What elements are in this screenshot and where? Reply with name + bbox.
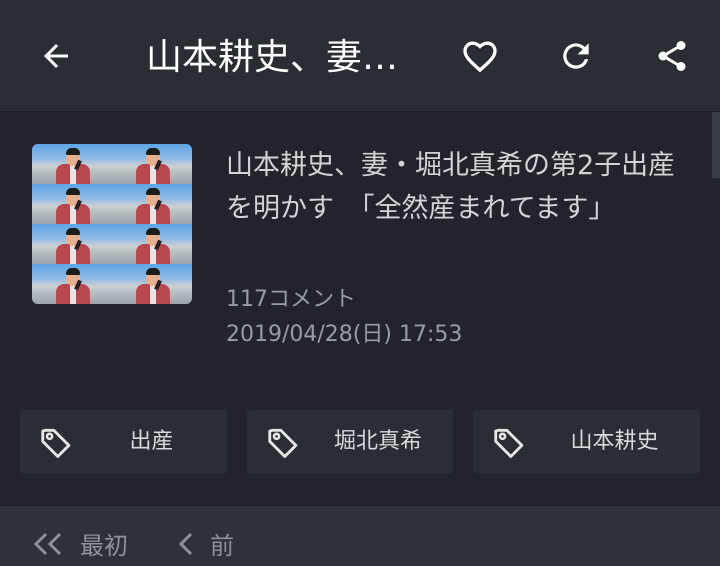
- reload-button[interactable]: [552, 32, 600, 80]
- article-date: 2019/04/28(日) 17:53: [226, 322, 463, 347]
- comment-count: 117コメント: [226, 287, 356, 312]
- tag-chip-shussan[interactable]: 出産: [20, 410, 227, 474]
- share-button[interactable]: [648, 32, 696, 80]
- refresh-icon: [563, 43, 589, 69]
- article-title[interactable]: 山本耕史、妻・堀北真希の第2子出産を明かす 「全然産まれてます」: [226, 144, 696, 230]
- tag-label: 出産: [129, 429, 174, 454]
- tag-icon: [41, 428, 71, 458]
- first-page-button[interactable]: 最初: [30, 526, 128, 561]
- double-chevron-left-icon: [33, 532, 62, 555]
- back-button[interactable]: [32, 32, 80, 80]
- tag-label: 堀北真希: [333, 429, 422, 454]
- prev-page-button[interactable]: 前: [176, 526, 234, 561]
- tag-chip-yamamoto-koji[interactable]: 山本耕史: [473, 410, 700, 474]
- chevron-left-icon: [178, 532, 193, 555]
- arrow-left-icon: [44, 44, 68, 68]
- tag-icon: [494, 428, 524, 458]
- prev-page-label: 前: [210, 532, 234, 560]
- first-page-label: 最初: [80, 532, 128, 560]
- article-card[interactable]: 山本耕史、妻・堀北真希の第2子出産を明かす 「全然産まれてます」 117コメント…: [0, 112, 720, 392]
- page-title: 山本耕史、妻…: [146, 37, 399, 78]
- tag-label: 山本耕史: [570, 429, 659, 454]
- article-thumbnail: [32, 144, 192, 304]
- tag-icon: [268, 428, 298, 458]
- pagination-bar: 最初 前: [0, 505, 720, 566]
- heart-outline-icon: [463, 41, 497, 73]
- favorite-button[interactable]: [456, 32, 504, 80]
- tag-chip-horikita-maki[interactable]: 堀北真希: [247, 410, 453, 474]
- share-icon: [658, 41, 686, 71]
- app-bar: 山本耕史、妻…: [0, 0, 720, 112]
